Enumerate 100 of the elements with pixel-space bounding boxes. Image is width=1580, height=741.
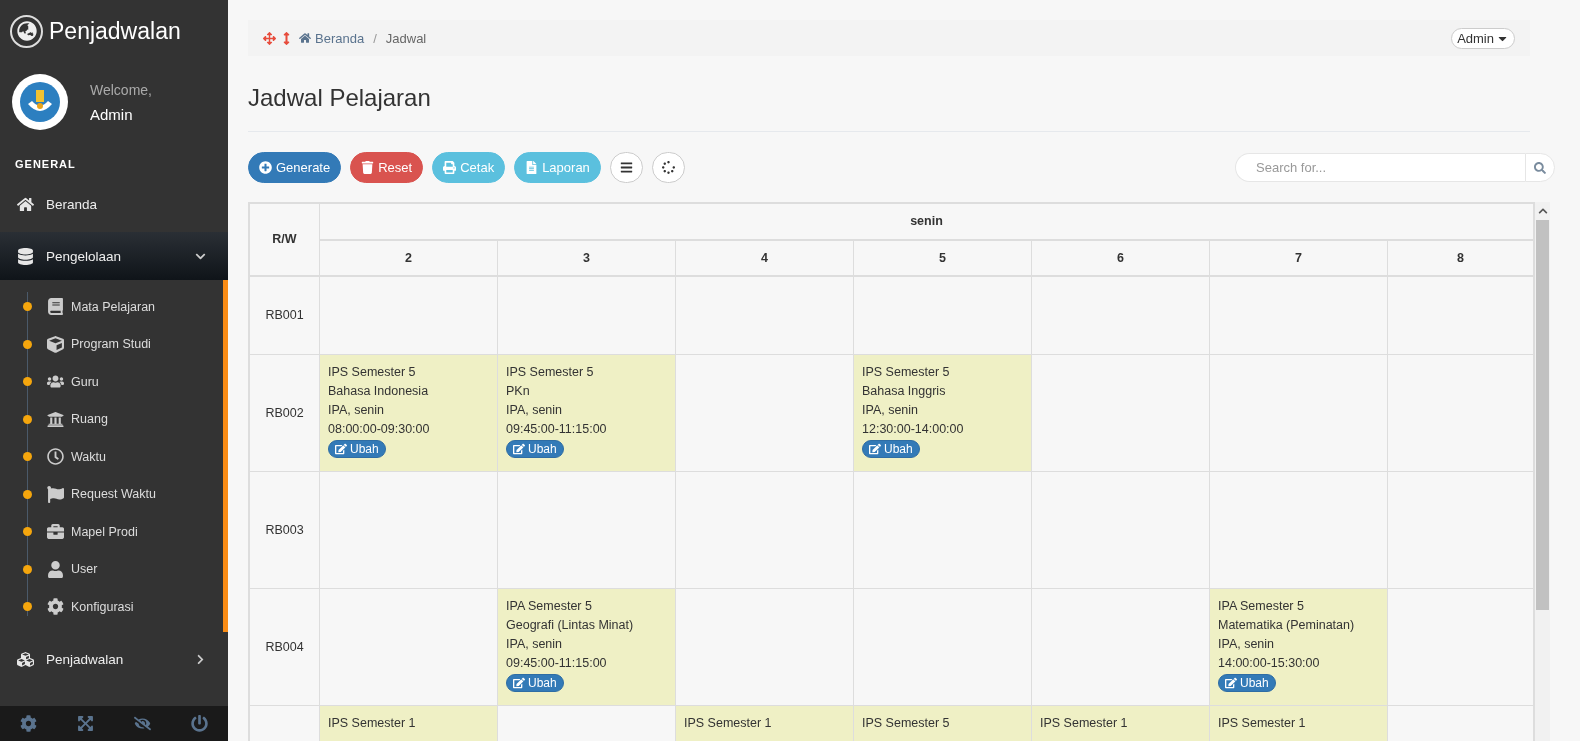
header-cell: 7 [1209, 239, 1388, 276]
cell-text: 09:45:00-11:15:00 [506, 421, 608, 438]
cell-text: 09:45:00-11:15:00 [506, 655, 608, 672]
user-menu-button[interactable]: Admin [1451, 27, 1515, 49]
globe-icon [10, 14, 43, 48]
submenu-item[interactable]: User [0, 550, 223, 588]
cell-text: IPS Semester 1 [684, 715, 773, 732]
edit-button[interactable]: Ubah [506, 674, 564, 692]
book-icon [45, 298, 65, 316]
cell-text: IPS Semester 5 [506, 364, 595, 381]
section-heading: GENERAL [14, 157, 77, 172]
welcome-text: Welcome, [90, 81, 152, 98]
app-title: Penjadwalan [49, 17, 181, 45]
row-label-cell: RB003 [249, 471, 320, 589]
cubes-icon [16, 651, 34, 668]
spinner-icon [661, 161, 675, 174]
settings-icon[interactable] [20, 715, 37, 732]
cell-text: 08:00:00-09:30:00 [328, 421, 431, 438]
search-icon[interactable] [1525, 153, 1555, 182]
submenu-item[interactable]: Ruang [0, 400, 223, 438]
user-name: Admin [90, 105, 134, 123]
printer-icon [443, 161, 457, 174]
page-title: Jadwal Pelajaran [248, 56, 1530, 132]
header-cell: 3 [497, 239, 676, 276]
home-icon [16, 195, 34, 213]
header-cell: 4 [675, 239, 854, 276]
clock-icon [45, 448, 65, 466]
flag-icon [45, 485, 65, 503]
cell-text: IPS Semester 1 [328, 715, 417, 732]
edit-icon [335, 443, 347, 455]
power-icon[interactable] [191, 715, 208, 732]
edit-button[interactable]: Ubah [862, 440, 920, 458]
cell-text: IPA, senin [506, 402, 564, 419]
bullet-dot [23, 339, 32, 349]
scrollbar[interactable] [1535, 202, 1550, 741]
cell-text: IPA Semester 5 [506, 598, 593, 615]
bullet-dot [23, 527, 32, 537]
edit-icon [513, 443, 525, 455]
submenu-item[interactable]: Request Waktu [0, 475, 223, 513]
gear-icon [45, 598, 65, 616]
row-label-cell: RB004 [249, 588, 320, 706]
menu-button[interactable] [609, 152, 643, 183]
scroll-thumb[interactable] [1536, 220, 1549, 610]
header-cell: 5 [853, 239, 1032, 276]
cell-text: Geografi (Lintas Minat) [506, 617, 635, 634]
bullet-dot [23, 489, 32, 499]
bullet-dot [23, 302, 32, 312]
edit-button[interactable]: Ubah [1218, 674, 1276, 692]
row-label-cell: RB002 [249, 354, 320, 472]
loading-button[interactable] [651, 152, 685, 183]
fullscreen-icon[interactable] [77, 715, 94, 732]
cell-text: IPA, senin [506, 636, 564, 653]
cube-icon [45, 335, 65, 353]
user-icon [45, 560, 65, 578]
submenu-item[interactable]: Guru [0, 363, 223, 401]
cell-text: IPS Semester 5 [862, 364, 951, 381]
header-cell: 2 [319, 239, 498, 276]
header-cell: 6 [1031, 239, 1210, 276]
sidebar-item[interactable]: Penjadwalan [0, 635, 228, 684]
edit-icon [513, 677, 525, 689]
edit-button[interactable]: Ubah [328, 440, 386, 458]
sidebar-item[interactable]: Pengelolaan [0, 232, 228, 280]
home-icon [299, 32, 311, 44]
generate-button[interactable]: Generate [248, 152, 342, 183]
database-icon [16, 247, 34, 265]
cell-text: IPS Semester 5 [862, 715, 951, 732]
submenu-item[interactable]: Waktu [0, 438, 223, 476]
bank-icon [45, 410, 65, 428]
submenu-item[interactable]: Program Studi [0, 325, 223, 363]
cell-text: IPS Semester 1 [1218, 715, 1307, 732]
header-cell: 8 [1387, 239, 1534, 276]
cell-text: IPS Semester 1 [1040, 715, 1129, 732]
bullet-dot [23, 377, 32, 387]
briefcase-icon [45, 523, 65, 541]
cell-text: IPS Semester 5 [328, 364, 417, 381]
cell-text: Matematika (Peminatan) [1218, 617, 1356, 634]
edit-icon [1225, 677, 1237, 689]
header-cell: senin [319, 203, 1534, 240]
submenu-item[interactable]: Mata Pelajaran [0, 288, 223, 326]
breadcrumb-link[interactable]: Beranda [315, 30, 365, 46]
cell-text: 12:30:00-14:00:00 [862, 421, 965, 438]
reset-button[interactable]: Reset [350, 152, 424, 183]
menu-icon [619, 161, 633, 174]
bullet-dot [23, 452, 32, 462]
bullet-dot [23, 602, 32, 612]
eye-slash-icon[interactable] [134, 715, 151, 732]
breadcrumb-separator: / [372, 30, 378, 46]
row-label-cell: RB001 [249, 275, 320, 355]
edit-button[interactable]: Ubah [506, 440, 564, 458]
sidebar-item[interactable]: Beranda [0, 180, 228, 228]
submenu-item[interactable]: Konfigurasi [0, 588, 223, 626]
search-field[interactable]: Search for... [1235, 153, 1525, 182]
cell-text: Bahasa Inggris [862, 383, 947, 400]
submenu-item[interactable]: Mapel Prodi [0, 513, 223, 551]
move-icon[interactable] [263, 31, 276, 45]
header-cell: R/W [249, 203, 320, 276]
avatar-logo [12, 74, 68, 130]
trash-icon [361, 161, 375, 174]
document-icon [525, 161, 539, 174]
bullet-dot [23, 414, 32, 424]
